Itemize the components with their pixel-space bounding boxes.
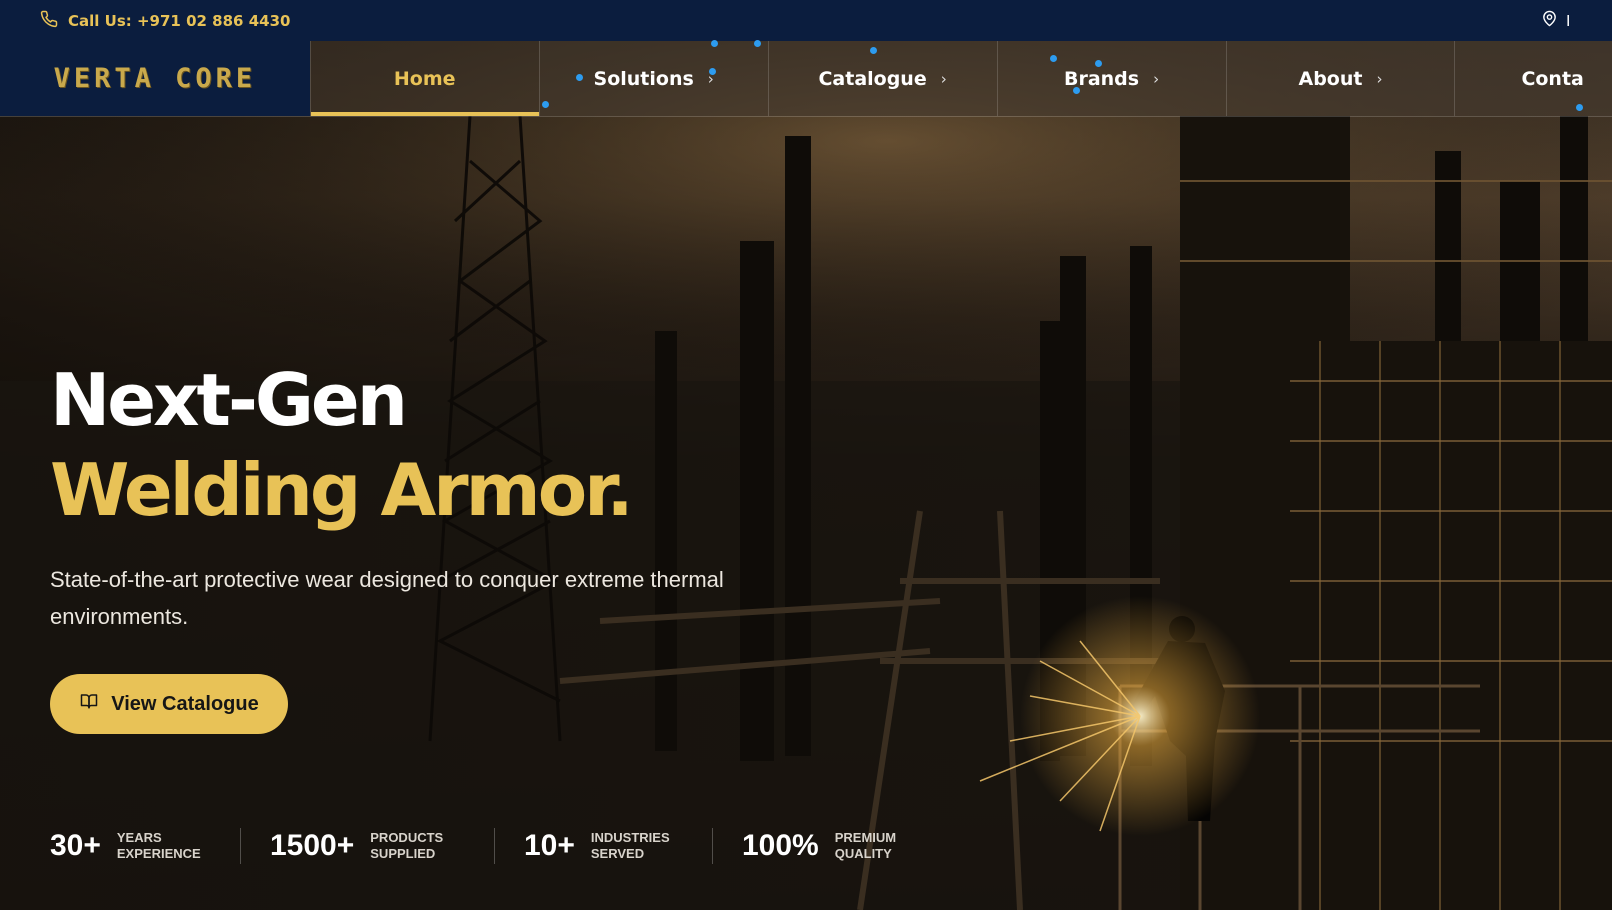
stat-label: INDUSTRIES SERVED xyxy=(590,830,670,861)
nav-item-catalogue[interactable]: Catalogue › xyxy=(767,41,997,116)
stat-quality: 100% PREMIUM QUALITY xyxy=(742,826,925,866)
particle-dot xyxy=(576,74,583,81)
phone-icon xyxy=(40,10,58,32)
nav-item-label: Conta xyxy=(1521,67,1584,90)
particle-dot xyxy=(709,68,716,75)
call-us[interactable]: Call Us: +971 02 886 4430 xyxy=(40,0,290,41)
stat-products: 1500+ PRODUCTS SUPPLIED xyxy=(270,826,460,866)
chevron-right-icon: › xyxy=(1376,69,1383,88)
stat-label: YEARS EXPERIENCE xyxy=(116,830,201,861)
nav-item-label: About xyxy=(1298,67,1363,90)
stat-value: 1500+ xyxy=(270,829,355,862)
nav-item-label: Home xyxy=(393,67,456,90)
main-navigation: VERTA CORE Home Solutions › Catalogue › … xyxy=(0,41,1612,117)
chevron-right-icon: › xyxy=(1153,69,1160,88)
stat-label: PRODUCTS SUPPLIED xyxy=(370,830,444,861)
hero-title-line1: Next-Gen xyxy=(50,358,408,442)
nav-item-brands[interactable]: Brands › xyxy=(996,41,1226,116)
hero-subtitle: State-of-the-art protective wear designe… xyxy=(50,567,724,629)
stat-divider xyxy=(712,828,713,864)
stat-years: 30+ YEARS EXPERIENCE xyxy=(50,826,207,866)
chevron-right-icon: › xyxy=(940,69,947,88)
particle-dot xyxy=(1073,87,1080,94)
nav-item-about[interactable]: About › xyxy=(1225,41,1455,116)
nav-item-label: Catalogue xyxy=(818,67,927,90)
location[interactable]: I xyxy=(1541,0,1570,41)
particle-dot xyxy=(1576,104,1583,111)
view-catalogue-label: View Catalogue xyxy=(111,692,259,715)
call-us-text: Call Us: +971 02 886 4430 xyxy=(68,11,291,30)
particle-dot xyxy=(1050,55,1057,62)
particle-dot xyxy=(1095,60,1102,67)
stat-divider xyxy=(240,828,241,864)
nav-item-label: Solutions xyxy=(593,67,694,90)
particle-dot xyxy=(542,101,549,108)
stat-value: 10+ xyxy=(524,829,575,862)
stat-value: 30+ xyxy=(50,829,101,862)
nav-item-solutions[interactable]: Solutions › xyxy=(538,41,768,116)
logo: VERTA CORE xyxy=(53,63,257,94)
particle-dot xyxy=(754,40,761,47)
nav-item-home[interactable]: Home xyxy=(309,41,539,116)
view-catalogue-button[interactable]: View Catalogue xyxy=(50,674,288,734)
book-open-icon xyxy=(79,692,99,716)
stat-label: PREMIUM QUALITY xyxy=(834,830,897,861)
stat-industries: 10+ INDUSTRIES SERVED xyxy=(524,826,681,866)
particle-dot xyxy=(711,40,718,47)
particle-dot xyxy=(870,47,877,54)
logo-box[interactable]: VERTA CORE xyxy=(0,41,310,116)
nav-item-contact[interactable]: Conta xyxy=(1454,41,1612,116)
stat-value: 100% xyxy=(742,829,819,862)
stat-divider xyxy=(494,828,495,864)
top-contact-bar: Call Us: +971 02 886 4430 I xyxy=(0,0,1612,42)
map-pin-icon xyxy=(1541,9,1558,32)
hero-title-line2: Welding Armor. xyxy=(50,448,634,532)
